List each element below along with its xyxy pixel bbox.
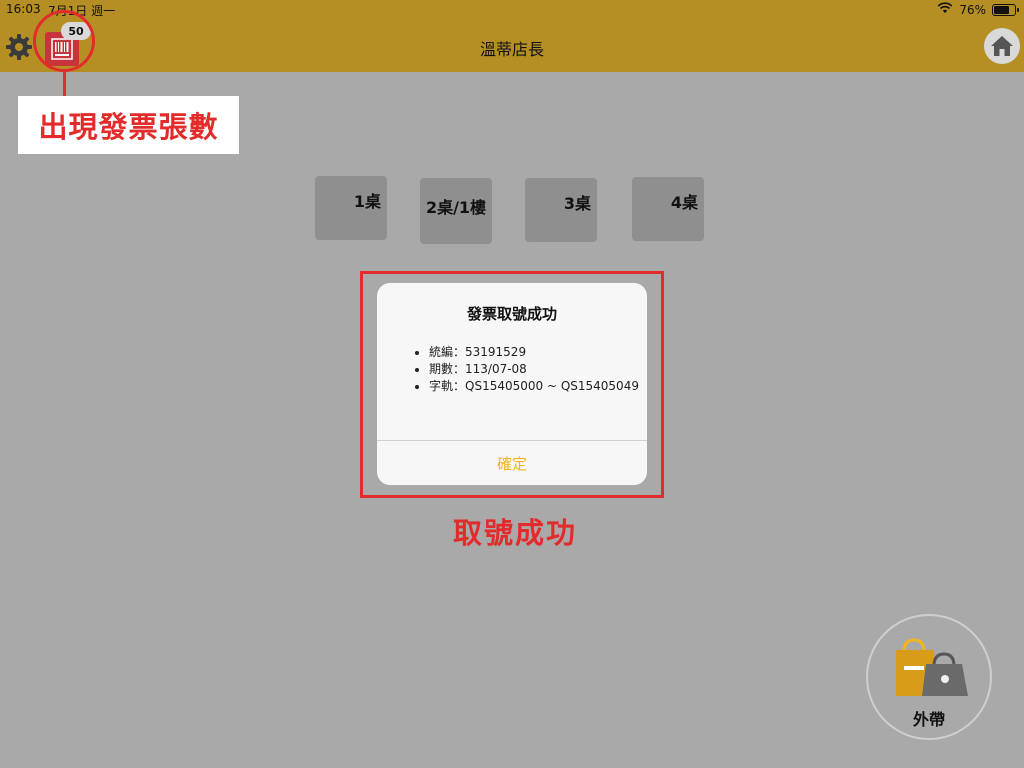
battery-percent: 76%	[959, 2, 986, 17]
table-tile[interactable]: 3桌	[525, 178, 597, 242]
annotation-success-label: 取號成功	[452, 516, 577, 550]
table-tile[interactable]: 1桌	[315, 176, 387, 240]
status-right: 76%	[937, 2, 1019, 17]
home-icon	[991, 36, 1013, 56]
alert-detail-item: 期數：113/07-08	[429, 361, 647, 378]
table-label: 3桌	[563, 194, 591, 213]
battery-icon	[992, 3, 1019, 16]
table-label: 2桌/1樓	[425, 198, 487, 217]
table-tile[interactable]: 2桌/1樓	[420, 178, 492, 244]
table-label: 1桌	[353, 192, 381, 211]
success-alert-dialog: 發票取號成功 統編：53191529 期數：113/07-08 字軌：QS154…	[377, 283, 647, 485]
alert-detail-item: 字軌：QS15405000 ~ QS15405049	[429, 378, 647, 395]
table-tile[interactable]: 4桌	[632, 177, 704, 241]
alert-details: 統編：53191529 期數：113/07-08 字軌：QS15405000 ~…	[415, 344, 647, 395]
page-title: 溫蒂店長	[479, 40, 544, 59]
annotation-line	[63, 72, 66, 96]
shopping-bags-icon	[896, 638, 968, 696]
status-bar: 16:03 7月1日 週一 76%	[0, 0, 1024, 20]
status-time: 16:03	[6, 2, 41, 16]
confirm-button[interactable]: 確定	[377, 441, 647, 485]
alert-title: 發票取號成功	[466, 305, 557, 323]
home-button[interactable]	[984, 28, 1020, 64]
wifi-icon	[937, 2, 953, 17]
nav-bar: 溫蒂店長	[0, 20, 1024, 72]
alert-detail-item: 統編：53191529	[429, 344, 647, 361]
table-label: 4桌	[670, 193, 698, 212]
takeout-button[interactable]: 外帶	[866, 614, 992, 740]
annotation-invoice-count-label: 出現發票張數	[18, 96, 239, 154]
takeout-label: 外帶	[912, 710, 945, 729]
annotation-circle	[33, 10, 95, 72]
